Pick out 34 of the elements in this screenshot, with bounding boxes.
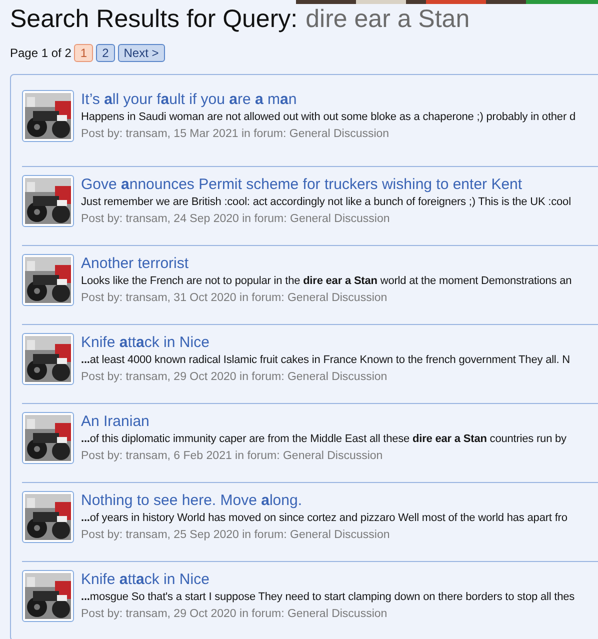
result-snippet: ...of years in history World has moved on since cortez and pizzaro Well most of the world has apart fro [81,511,568,526]
result-meta: Post by: transam, 29 Oct 2020 in forum: General Discussion [81,370,388,385]
result-title-link[interactable]: Gove announces Permit scheme for truckers wishing to enter Kent [81,175,571,194]
page-title: Search Results for Query: [10,4,298,34]
result-snippet: ...at least 4000 known radical Islamic fruit cakes in France Known to the french government They all. N [81,353,570,368]
avatar[interactable] [22,333,74,385]
avatar[interactable] [22,412,74,464]
page-button[interactable]: 2 [96,44,115,62]
next-button[interactable]: Next > [118,44,165,62]
avatar[interactable] [22,90,74,142]
result-snippet: Happens in Saudi woman are not allowed out with out some bloke as a chaperone ;) probably in other d [81,110,576,125]
result-meta: Post by: transam, 29 Oct 2020 in forum: General Discussion [81,607,388,622]
result-snippet: ...mosgue So that's a start I suppose They need to start clamping down on there borders to stop all thes [81,590,575,605]
result-title-link[interactable]: Nothing to see here. Move along. [81,491,568,510]
result-meta: Post by: transam, 15 Mar 2021 in forum: General Discussion [81,127,390,142]
avatar[interactable] [22,570,74,622]
result-title-link[interactable]: An Iranian [81,412,566,431]
page-button[interactable]: 1 [74,44,94,62]
result-title-link[interactable]: Another terrorist [81,254,572,273]
result-meta: Post by: transam, 25 Sep 2020 in forum: General Discussion [81,528,391,543]
search-query: dire ear a Stan [306,4,470,34]
page-count: Page 1 of 2 [10,45,72,62]
result-snippet: Looks like the French are not to popular in the dire ear a Stan world at the moment Demonstrations an [81,274,572,289]
result-snippet: Just remember we are British :cool: act accordingly not like a bunch of foreigners ;) This is the UK :cool [81,195,571,210]
avatar[interactable] [22,254,74,306]
result-meta: Post by: transam, 24 Sep 2020 in forum: General Discussion [81,212,391,227]
result-snippet: ...of this diplomatic immunity caper are from the Middle East all these dire ear a Stan countries run by [81,432,566,447]
avatar[interactable] [22,175,74,227]
result-title-link[interactable]: Knife attack in Nice [81,333,570,352]
result-meta: Post by: transam, 31 Oct 2020 in forum: General Discussion [81,291,388,306]
avatar[interactable] [22,491,74,543]
result-title-link[interactable]: Knife attack in Nice [81,570,575,589]
result-meta: Post by: transam, 6 Feb 2021 in forum: General Discussion [81,449,384,464]
result-title-link[interactable]: It’s all your fault if you are a man [81,90,576,109]
